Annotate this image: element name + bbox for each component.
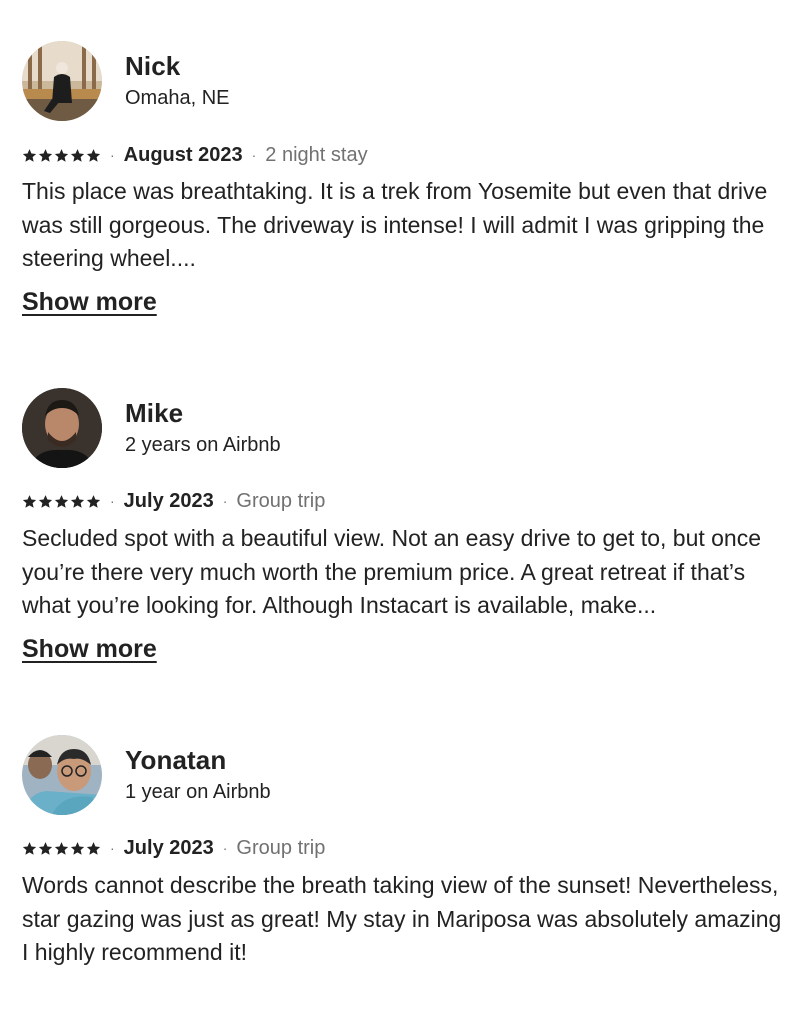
review-meta: · July 2023 · Group trip — [22, 835, 325, 861]
star-icon — [86, 494, 101, 508]
star-icon — [22, 148, 37, 162]
separator-dot: · — [110, 493, 115, 509]
star-icon — [70, 148, 85, 162]
avatar[interactable] — [22, 388, 102, 468]
reviewer-name: Nick — [125, 51, 181, 81]
review-text: This place was breathtaking. It is a tre… — [22, 178, 768, 271]
stay-type: 2 night stay — [265, 143, 368, 166]
separator-dot: · — [222, 493, 228, 509]
star-icon — [54, 841, 69, 855]
star-icon — [54, 494, 69, 508]
show-more-link[interactable]: Show more — [22, 288, 157, 317]
avatar-photo-icon — [22, 41, 102, 121]
star-icon — [54, 148, 69, 162]
reviewer-name: Mike — [125, 398, 184, 428]
stay-type: Group trip — [236, 489, 326, 512]
reviewer-header: Mike 2 years on Airbnb — [22, 388, 782, 470]
review-card: Mike 2 years on Airbnb · July 2023 · Gro… — [22, 388, 782, 663]
star-icon — [22, 494, 37, 508]
star-rating — [22, 494, 101, 509]
review-meta: · July 2023 · Group trip — [22, 488, 325, 514]
review-text: Secluded spot with a beautiful view. Not… — [22, 525, 762, 618]
star-rating — [22, 841, 101, 856]
reviewer-header: Nick Omaha, NE — [22, 41, 782, 123]
review-date: July 2023 — [123, 836, 214, 859]
separator-dot: · — [110, 147, 115, 163]
review-card: Yonatan 1 year on Airbnb · July 2023 · G… — [22, 735, 782, 965]
star-rating — [22, 148, 101, 163]
star-icon — [70, 494, 85, 508]
reviewer-tenure: 2 years on Airbnb — [125, 434, 281, 456]
reviewer-location: Omaha, NE — [125, 87, 230, 109]
star-icon — [38, 841, 53, 855]
reviewer-name: Yonatan — [125, 745, 227, 775]
star-icon — [70, 841, 85, 855]
stay-type: Group trip — [236, 836, 326, 859]
avatar-photo-icon — [22, 735, 102, 815]
avatar[interactable] — [22, 41, 102, 121]
avatar[interactable] — [22, 735, 102, 815]
star-icon — [38, 148, 53, 162]
review-card: Nick Omaha, NE · August 2023 · 2 night s… — [22, 41, 782, 316]
review-text: Words cannot describe the breath taking … — [22, 872, 782, 965]
star-icon — [86, 841, 101, 855]
avatar-photo-icon — [22, 388, 102, 468]
reviewer-header: Yonatan 1 year on Airbnb — [22, 735, 782, 817]
separator-dot: · — [222, 840, 228, 856]
review-date: July 2023 — [123, 489, 214, 512]
show-more-link[interactable]: Show more — [22, 635, 157, 664]
reviewer-tenure: 1 year on Airbnb — [125, 781, 271, 803]
review-meta: · August 2023 · 2 night stay — [22, 142, 368, 168]
separator-dot: · — [110, 840, 115, 856]
star-icon — [22, 841, 37, 855]
star-icon — [38, 494, 53, 508]
review-date: August 2023 — [123, 143, 243, 166]
separator-dot: · — [251, 147, 257, 163]
star-icon — [86, 148, 101, 162]
